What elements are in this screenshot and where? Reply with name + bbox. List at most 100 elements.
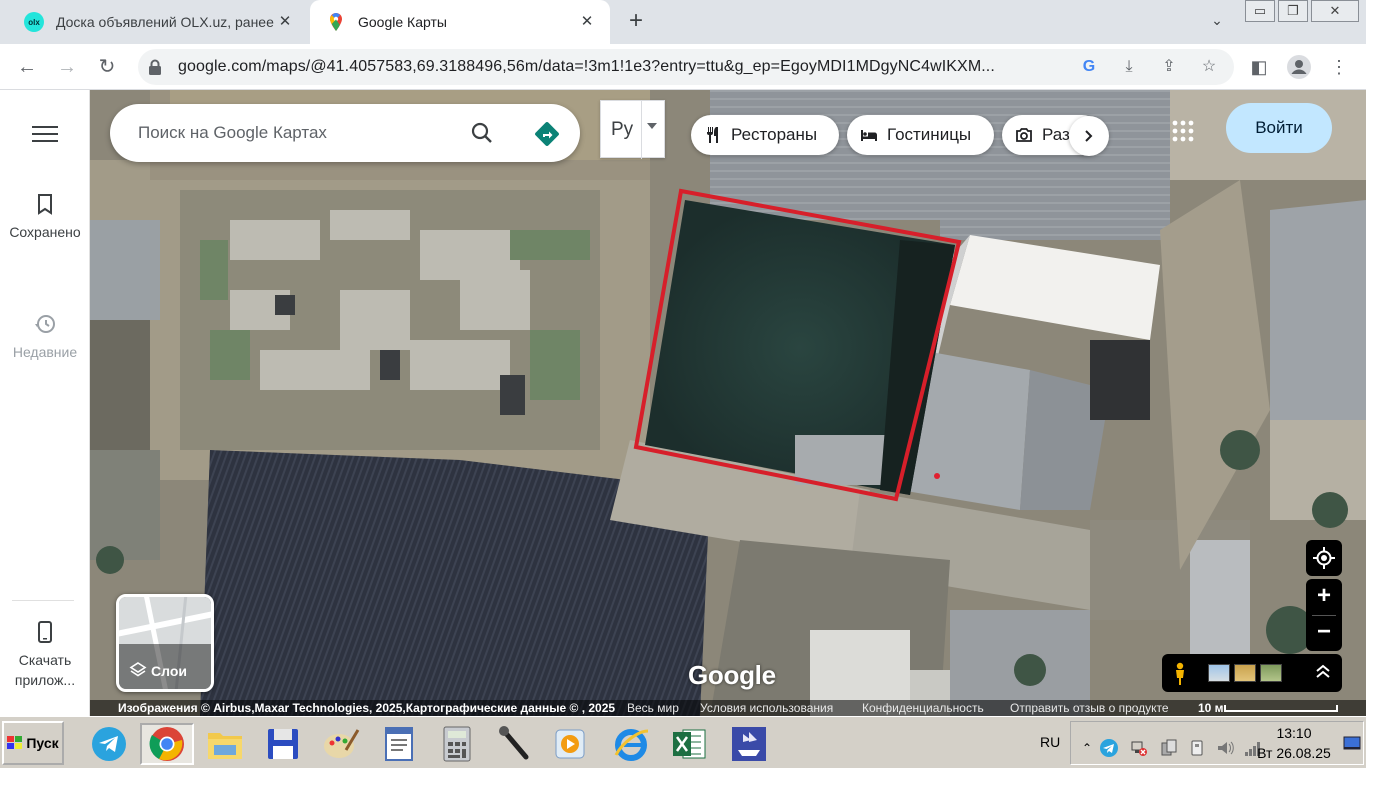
chip-label: Рестораны [731,125,818,144]
imagery-strip [1162,654,1342,692]
explorer-app[interactable] [204,723,246,765]
language-indicator[interactable]: RU [1040,734,1060,750]
feedback-link[interactable]: Отправить отзыв о продукте [1010,701,1169,715]
share-icon[interactable]: ⇪ [1158,56,1180,78]
scale-label[interactable]: 10 м [1198,701,1224,715]
google-translate-icon[interactable]: G [1078,56,1100,78]
search-icon[interactable] [470,121,494,145]
world-link[interactable]: Весь мир [627,701,679,715]
back-arrow-icon[interactable]: ← [14,54,40,80]
address-bar[interactable]: google.com/maps/@41.4057583,69.3188496,5… [138,49,1234,85]
save-app[interactable] [262,723,304,765]
calculator-app[interactable] [436,723,478,765]
forward-arrow-icon[interactable]: → [54,54,80,80]
ime-label: Ру [611,119,634,140]
reload-icon[interactable]: ↻ [94,54,120,80]
windows-taskbar: Пуск RU ⌃ 13:10 Вт 26.08.25 [0,716,1366,768]
bookmark-star-icon[interactable]: ☆ [1198,56,1220,78]
terms-link[interactable]: Условия использования [700,701,833,715]
windows-flag-icon [7,736,23,749]
sign-in-button[interactable]: Войти [1226,103,1332,153]
zoom-in-button[interactable]: + [1306,579,1342,615]
close-tab-icon[interactable]: ✕ [576,11,598,33]
phone-icon [38,621,52,643]
chip-hotels[interactable]: Гостиницы [847,115,994,155]
tab-search-chevron-icon[interactable]: ⌄ [1206,12,1228,34]
profile-avatar-icon[interactable] [1286,54,1312,80]
google-apps-grid-icon[interactable] [1170,118,1196,144]
start-button[interactable]: Пуск [2,721,64,765]
download-label: Скачать прилож... [14,652,76,688]
telegram-app[interactable] [88,723,130,765]
new-tab-button[interactable]: + [622,8,650,36]
microphone-icon [499,726,529,760]
download-app-button[interactable]: Скачать прилож... [0,620,90,690]
chrome-icon [149,727,184,761]
excel-app[interactable] [668,723,710,765]
floppy-disk-icon [268,729,298,759]
internet-explorer-app[interactable] [610,723,652,765]
ship-app[interactable] [728,723,770,765]
layers-icon [129,662,147,677]
bed-icon [861,130,877,141]
tab-google-maps[interactable]: Google Карты ✕ [310,0,610,44]
input-method-selector[interactable]: Ру [600,100,665,159]
maps-side-rail: Сохранено Недавние Скачать прилож... [0,90,90,716]
satellite-imagery [90,90,1366,716]
pegman-icon[interactable] [1172,662,1188,686]
system-clock[interactable]: 13:10 Вт 26.08.25 [1252,723,1336,763]
show-desktop-icon[interactable] [1342,733,1362,753]
directions-icon[interactable] [534,121,560,147]
minimize-window-button[interactable]: ▭ [1245,0,1275,22]
kebab-menu-icon[interactable]: ⋮ [1326,54,1352,80]
saved-button[interactable]: Сохранено [0,192,90,242]
imagery-thumb-2[interactable] [1234,664,1256,682]
restore-window-button[interactable]: ❐ [1278,0,1308,22]
show-hidden-icons-icon[interactable]: ⌃ [1077,738,1097,758]
zoom-out-button[interactable]: − [1306,615,1342,651]
olx-favicon: olx [24,12,44,32]
side-panel-icon[interactable]: ◧ [1246,54,1272,80]
tab-olx[interactable]: olx Доска объявлений OLX.uz, ранее Т ✕ [8,0,308,44]
lock-icon [149,59,161,75]
dropdown-arrow-icon[interactable] [647,123,657,129]
tab-title: Google Карты [358,14,447,30]
scale-bar[interactable] [1224,705,1338,712]
privacy-link[interactable]: Конфиденциальность [862,701,984,715]
media-player-app[interactable] [550,723,592,765]
saved-label: Сохранено [9,224,81,240]
excel-icon [673,729,706,759]
close-window-button[interactable]: ✕ [1311,0,1359,22]
paint-app[interactable] [320,723,362,765]
usb-device-icon[interactable] [1187,738,1207,758]
chevron-right-icon [1085,130,1093,142]
play-icon [555,729,585,759]
zoom-controls: + − [1306,579,1342,651]
hamburger-menu-icon[interactable] [32,126,58,144]
close-tab-icon[interactable]: ✕ [274,11,296,33]
sound-recorder-app[interactable] [494,723,536,765]
browser-tab-strip: olx Доска объявлений OLX.uz, ранее Т ✕ G… [0,0,1366,44]
rail-divider [12,600,74,601]
volume-icon[interactable] [1215,738,1235,758]
network-disabled-icon[interactable] [1129,738,1149,758]
satellite-map[interactable]: Ру Рестораны Гостиницы Разв Войти [90,90,1366,716]
recent-button[interactable]: Недавние [0,312,90,362]
safely-remove-hardware-icon[interactable] [1159,738,1179,758]
search-input[interactable] [138,120,438,146]
layers-button[interactable]: Слои [116,594,214,692]
imagery-thumb-3[interactable] [1260,664,1282,682]
imagery-thumb-1[interactable] [1208,664,1230,682]
wordpad-app[interactable] [378,723,420,765]
chip-restaurants[interactable]: Рестораны [691,115,839,155]
chip-label: Гостиницы [887,125,972,144]
recent-label: Недавние [12,344,78,360]
install-app-icon[interactable]: ⤓ [1118,56,1140,78]
my-location-button[interactable] [1306,540,1342,576]
chips-next-button[interactable] [1069,116,1109,156]
telegram-tray-icon[interactable] [1099,738,1119,758]
telegram-icon [92,727,126,761]
url-text[interactable]: google.com/maps/@41.4057583,69.3188496,5… [178,58,1068,76]
chrome-app[interactable] [140,723,194,765]
expand-chevron-icon[interactable] [1312,661,1334,683]
